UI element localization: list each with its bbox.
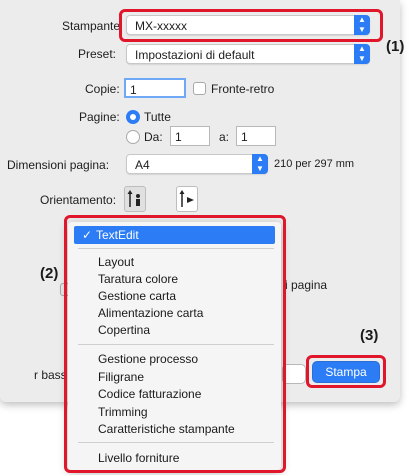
pages-all-label: Tutte [144, 110, 171, 124]
copies-value: 1 [130, 83, 137, 97]
callout-2: (2) [40, 265, 59, 282]
chevron-updown-icon: ▲ ▼ [354, 44, 370, 64]
paper-size-label: Dimensioni pagina: [7, 158, 110, 172]
printer-label: Stampante [62, 19, 121, 33]
preset-value: Impostazioni di default [135, 48, 255, 62]
duplex-checkbox[interactable] [193, 82, 206, 95]
menu-highlight-box [64, 215, 286, 473]
portrait-icon [127, 190, 140, 207]
printer-highlight-box [119, 9, 383, 42]
preset-select[interactable]: Impostazioni di default ▲ ▼ [126, 44, 370, 64]
copies-field[interactable]: 1 [124, 78, 186, 98]
pages-to-field[interactable]: 1 [236, 126, 276, 146]
pages-from-label: Da: [144, 130, 163, 144]
print-highlight-box [306, 355, 386, 388]
partial-pagina-text: i pagina [285, 278, 328, 292]
pages-label: Pagine: [79, 110, 120, 124]
orientation-label: Orientamento: [40, 193, 117, 207]
pages-to-label: a: [219, 130, 230, 144]
portrait-orientation-button[interactable] [124, 186, 146, 212]
paper-size-select[interactable]: A4 ▲ ▼ [126, 154, 268, 174]
preset-label: Preset: [78, 47, 117, 61]
pages-to-value: 1 [241, 130, 248, 144]
paper-dims: 210 per 297 mm [274, 158, 355, 170]
paper-size-value: A4 [135, 158, 150, 172]
pages-from-field[interactable]: 1 [170, 126, 210, 146]
copies-label: Copie: [85, 82, 120, 96]
callout-3: (3) [360, 327, 379, 344]
callout-1: (1) [386, 38, 405, 55]
partial-left-label: r bass [34, 368, 67, 382]
pages-from-value: 1 [175, 130, 182, 144]
landscape-icon [179, 190, 194, 207]
pages-range-radio[interactable] [126, 130, 140, 144]
pages-all-radio[interactable] [126, 110, 140, 124]
landscape-orientation-button[interactable] [176, 186, 198, 212]
chevron-updown-icon: ▲ ▼ [252, 154, 268, 174]
duplex-label: Fronte-retro [211, 82, 275, 96]
